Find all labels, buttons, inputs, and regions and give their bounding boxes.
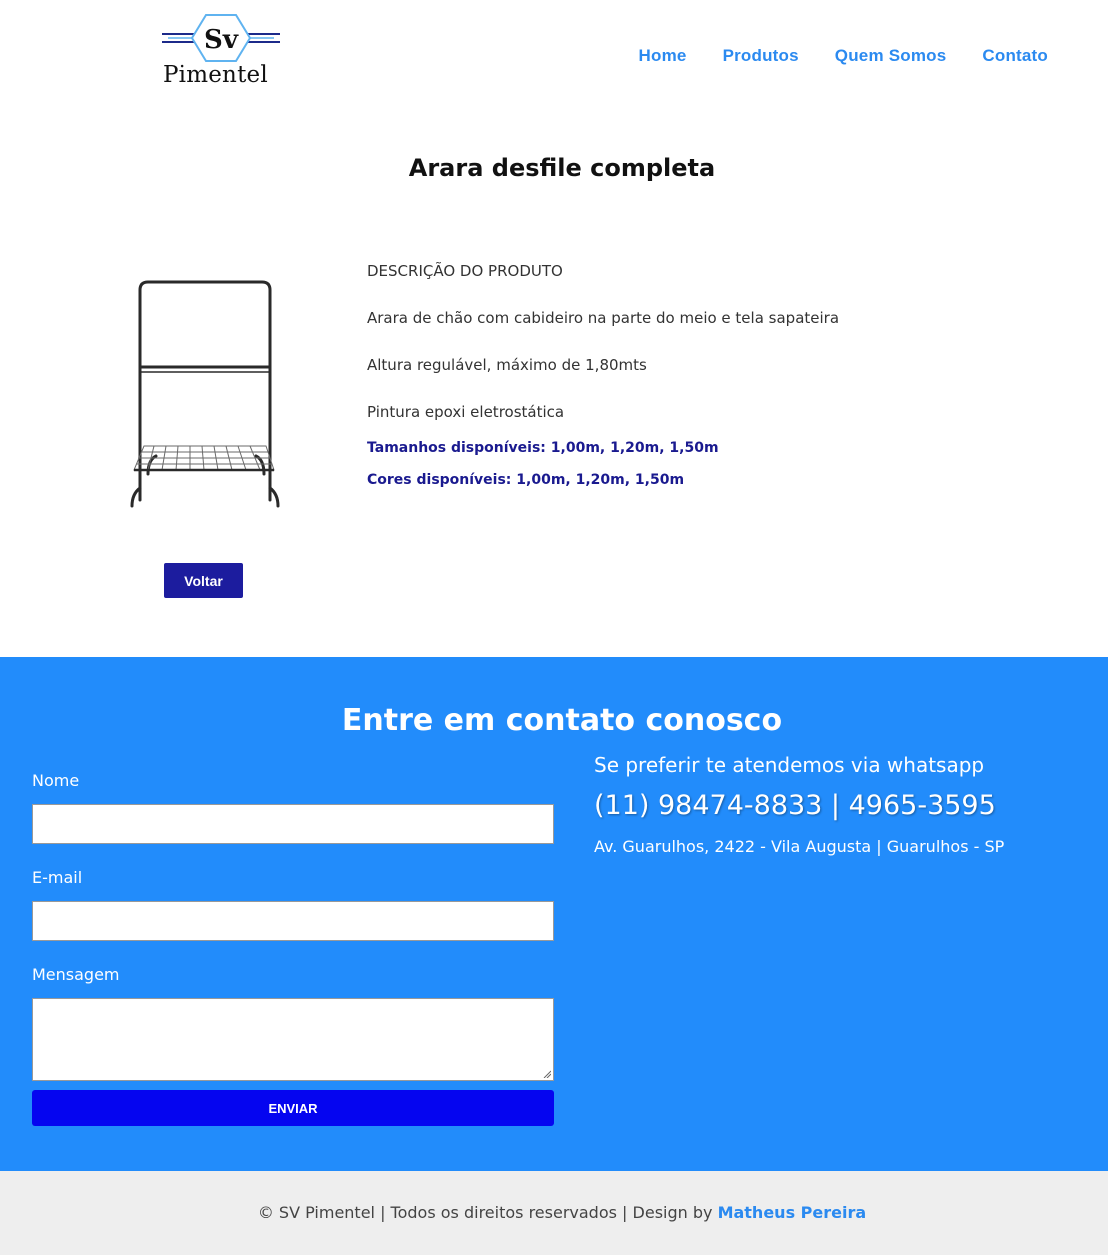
name-label: Nome xyxy=(32,771,80,790)
copyright: © SV Pimentel | Todos os direitos reserv… xyxy=(0,1203,1108,1222)
nav-contato[interactable]: Contato xyxy=(982,46,1048,66)
copyright-text: © SV Pimentel | Todos os direitos reserv… xyxy=(257,1203,718,1222)
clothing-rack-image xyxy=(130,280,280,508)
description-line: Pintura epoxi eletrostática xyxy=(367,403,565,421)
logo[interactable]: Sv Pimentel xyxy=(160,12,282,92)
email-label: E-mail xyxy=(32,868,83,887)
available-colors: Cores disponíveis: 1,00m, 1,20m, 1,50m xyxy=(367,472,685,488)
available-sizes: Tamanhos disponíveis: 1,00m, 1,20m, 1,50… xyxy=(367,440,719,456)
whatsapp-text: Se preferir te atendemos via whatsapp xyxy=(594,753,985,777)
nav-home[interactable]: Home xyxy=(639,46,687,66)
site-header: Sv Pimentel Home Produtos Quem Somos Con… xyxy=(0,0,1108,110)
description-line: Altura regulável, máximo de 1,80mts xyxy=(367,356,647,374)
description-line: Arara de chão com cabideiro na parte do … xyxy=(367,309,840,327)
email-field[interactable] xyxy=(32,901,554,941)
resize-handle-icon[interactable] xyxy=(543,1070,551,1078)
message-field[interactable] xyxy=(32,998,554,1081)
nav-quem-somos[interactable]: Quem Somos xyxy=(835,46,947,66)
send-button[interactable]: ENVIAR xyxy=(32,1090,554,1126)
description-heading: DESCRIÇÃO DO PRODUTO xyxy=(367,262,563,280)
product-description: DESCRIÇÃO DO PRODUTO Arara de chão com c… xyxy=(367,262,1067,503)
name-field[interactable] xyxy=(32,804,554,844)
author-link[interactable]: Matheus Pereira xyxy=(718,1203,867,1222)
main-nav: Home Produtos Quem Somos Contato xyxy=(639,46,1048,66)
phone-numbers: (11) 98474-8833 | 4965-3595 xyxy=(594,790,996,821)
product-image xyxy=(124,274,284,510)
logo-wordmark: Pimentel xyxy=(163,62,268,88)
nav-produtos[interactable]: Produtos xyxy=(723,46,799,66)
address: Av. Guarulhos, 2422 - Vila Augusta | Gua… xyxy=(594,837,1005,856)
product-title: Arara desfile completa xyxy=(408,154,716,182)
contact-title: Entre em contato conosco xyxy=(341,703,783,738)
back-button[interactable]: Voltar xyxy=(164,563,243,598)
contact-section: Entre em contato conosco Nome E-mail Men… xyxy=(0,657,1108,1171)
site-footer: © SV Pimentel | Todos os direitos reserv… xyxy=(0,1171,1108,1255)
hexagon-logo-icon: Sv xyxy=(162,14,280,62)
message-label: Mensagem xyxy=(32,965,120,984)
logo-mark: Sv xyxy=(204,25,239,55)
